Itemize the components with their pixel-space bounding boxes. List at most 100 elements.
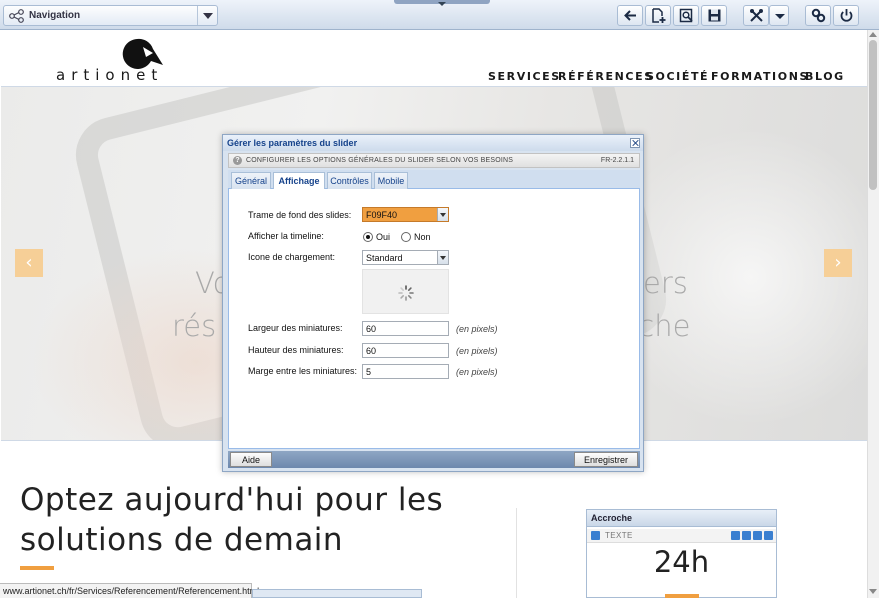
link-button[interactable]	[805, 5, 831, 26]
widget-value: 24h	[653, 545, 710, 579]
thumb-width-value: 60	[366, 324, 377, 334]
affichage-panel: Trame de fond des slides: F09F40 Affiche…	[228, 189, 640, 449]
save-icon	[708, 9, 721, 22]
dialog-titlebar[interactable]: Gérer les paramètres du slider	[223, 135, 643, 151]
menu-item-services[interactable]: SERVICES	[488, 70, 561, 83]
save-button[interactable]	[701, 5, 727, 26]
menu-item-societe[interactable]: SOCIÉTÉ	[646, 70, 709, 83]
close-icon[interactable]	[630, 138, 640, 148]
widget-subbar: TEXTE	[587, 529, 776, 543]
dialog-info-text: CONFIGURER LES OPTIONS GÉNÉRALES DU SLID…	[246, 157, 514, 164]
add-page-button[interactable]	[645, 5, 671, 26]
logo-text[interactable]: artionet	[56, 66, 163, 84]
delete-icon[interactable]	[764, 531, 773, 540]
status-bar-url: www.artionet.ch/fr/Services/Referencemen…	[0, 583, 259, 598]
chevron-down-icon[interactable]	[437, 208, 448, 221]
help-icon[interactable]: ?	[233, 156, 242, 165]
slider-prev-button[interactable]: ‹	[15, 249, 43, 277]
background-color-value: F09F40	[366, 210, 398, 220]
menu-item-blog[interactable]: BLOG	[805, 70, 845, 83]
scrollbar-thumb[interactable]	[869, 40, 877, 190]
thumb-height-label: Hauteur des miniatures:	[248, 345, 344, 355]
edit-icon[interactable]	[753, 531, 762, 540]
loader-preview	[362, 269, 449, 314]
navigation-select[interactable]: Navigation	[3, 5, 218, 26]
timeline-yes-label[interactable]: Oui	[376, 232, 390, 242]
thumb-margin-label: Marge entre les miniatures:	[248, 366, 358, 376]
tagline-accent-bar	[20, 566, 54, 570]
save-settings-button[interactable]: Enregistrer	[574, 452, 638, 467]
tools-menu-button[interactable]	[769, 5, 789, 26]
collapse-icon[interactable]	[591, 531, 600, 540]
tagline-line-2: solutions de demain	[20, 522, 344, 558]
hero-text-left-2: rés	[172, 309, 217, 343]
preview-icon	[679, 8, 693, 23]
admin-toolbar: Navigation	[0, 0, 879, 30]
thumb-margin-input[interactable]: 5	[362, 364, 449, 379]
loader-select-value: Standard	[366, 253, 403, 263]
column-divider	[516, 508, 517, 598]
thumb-margin-unit: (en pixels)	[456, 367, 498, 377]
dialog-version: FR-2.2.1.1	[600, 157, 634, 164]
timeline-yes-radio[interactable]	[363, 232, 373, 242]
background-label: Trame de fond des slides:	[248, 210, 352, 220]
scroll-down-icon[interactable]	[869, 589, 877, 594]
thumb-width-input[interactable]: 60	[362, 321, 449, 336]
tab-controles[interactable]: Contrôles	[327, 172, 372, 189]
add-icon[interactable]	[731, 531, 740, 540]
slider-next-button[interactable]: ›	[824, 249, 852, 277]
hero-text-right-1: ers	[643, 266, 688, 300]
widget-title: Accroche	[587, 510, 776, 527]
loader-select[interactable]: Standard	[362, 250, 449, 265]
help-button[interactable]: Aide	[230, 452, 272, 467]
scroll-up-icon[interactable]	[869, 32, 877, 37]
background-color-field[interactable]: F09F40	[362, 207, 449, 222]
logout-button[interactable]	[833, 5, 859, 26]
tagline-line-1: Optez aujourd'hui pour les	[20, 482, 444, 518]
thumb-height-unit: (en pixels)	[456, 346, 498, 356]
thumb-height-input[interactable]: 60	[362, 343, 449, 358]
chevron-left-icon: ‹	[25, 252, 33, 273]
chevron-right-icon: ›	[834, 252, 842, 273]
thumb-margin-value: 5	[366, 367, 372, 377]
tab-general[interactable]: Général	[231, 172, 271, 189]
dialog-tabs: Général Affichage Contrôles Mobile	[228, 170, 640, 190]
dialog-title: Gérer les paramètres du slider	[227, 138, 358, 148]
nodes-icon	[9, 9, 24, 23]
timeline-label: Afficher la timeline:	[248, 231, 324, 241]
timeline-no-radio[interactable]	[401, 232, 411, 242]
back-arrow-icon	[624, 10, 636, 21]
dialog-footer: Aide Enregistrer	[228, 451, 640, 468]
thumb-width-label: Largeur des miniatures:	[248, 323, 343, 333]
thumb-width-unit: (en pixels)	[456, 324, 498, 334]
preview-button[interactable]	[673, 5, 699, 26]
slider-settings-dialog: Gérer les paramètres du slider ? CONFIGU…	[222, 134, 644, 472]
loading-spinner-icon	[398, 285, 414, 301]
back-button[interactable]	[617, 5, 643, 26]
chevron-down-icon[interactable]	[437, 251, 448, 264]
loader-label: Icone de chargement:	[248, 252, 336, 262]
chevron-down-icon[interactable]	[197, 6, 217, 25]
navigation-label: Navigation	[29, 10, 81, 21]
dialog-info-bar: ? CONFIGURER LES OPTIONS GÉNÉRALES DU SL…	[228, 153, 640, 168]
tools-icon	[750, 9, 763, 22]
widget-sub-label: TEXTE	[605, 531, 633, 540]
timeline-no-label[interactable]: Non	[414, 232, 431, 242]
menu-item-formations[interactable]: FORMATIONS	[711, 70, 809, 83]
power-icon	[840, 9, 853, 22]
thumb-height-value: 60	[366, 346, 377, 356]
link-icon	[811, 8, 826, 23]
chevron-down-icon	[775, 14, 785, 19]
bottom-widget-fragment	[252, 589, 422, 598]
logo-mark-icon[interactable]	[113, 37, 165, 69]
tagline: Optez aujourd'hui pour les solutions de …	[20, 480, 480, 560]
tab-affichage[interactable]: Affichage	[273, 172, 325, 190]
tools-button[interactable]	[743, 5, 769, 26]
list-icon[interactable]	[742, 531, 751, 540]
accroche-widget: Accroche TEXTE 24h	[586, 509, 777, 598]
tab-mobile[interactable]: Mobile	[374, 172, 408, 189]
menu-item-references[interactable]: RÉFÉRENCES	[558, 70, 654, 83]
toolbar-collapse-handle[interactable]	[394, 0, 490, 6]
add-page-icon	[652, 8, 666, 23]
widget-accent-bar	[665, 594, 699, 598]
